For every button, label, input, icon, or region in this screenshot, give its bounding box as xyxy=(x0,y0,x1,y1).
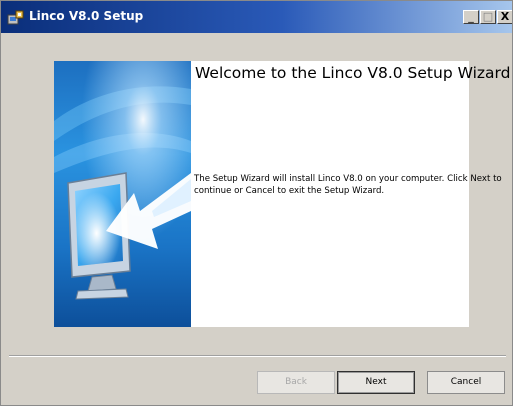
monitor-arrow-illustration xyxy=(54,61,191,327)
title-bar[interactable]: Linco V8.0 Setup _ □ X xyxy=(1,1,512,33)
next-button[interactable]: Next xyxy=(337,371,415,394)
footer-divider xyxy=(9,355,506,357)
page-title: Welcome to the Linco V8.0 Setup Wizard xyxy=(195,64,511,82)
welcome-panel: Welcome to the Linco V8.0 Setup Wizard T… xyxy=(191,61,510,327)
setup-window: Linco V8.0 Setup _ □ X Welcome to the Li… xyxy=(0,0,513,406)
close-button[interactable]: X xyxy=(497,10,512,24)
welcome-description: The Setup Wizard will install Linco V8.0… xyxy=(194,174,502,196)
maximize-button[interactable]: □ xyxy=(480,10,496,24)
installer-icon xyxy=(7,10,24,25)
back-button[interactable]: Back xyxy=(257,371,335,394)
cancel-button[interactable]: Cancel xyxy=(427,371,505,394)
minimize-button[interactable]: _ xyxy=(463,10,479,24)
window-title: Linco V8.0 Setup xyxy=(29,9,144,23)
